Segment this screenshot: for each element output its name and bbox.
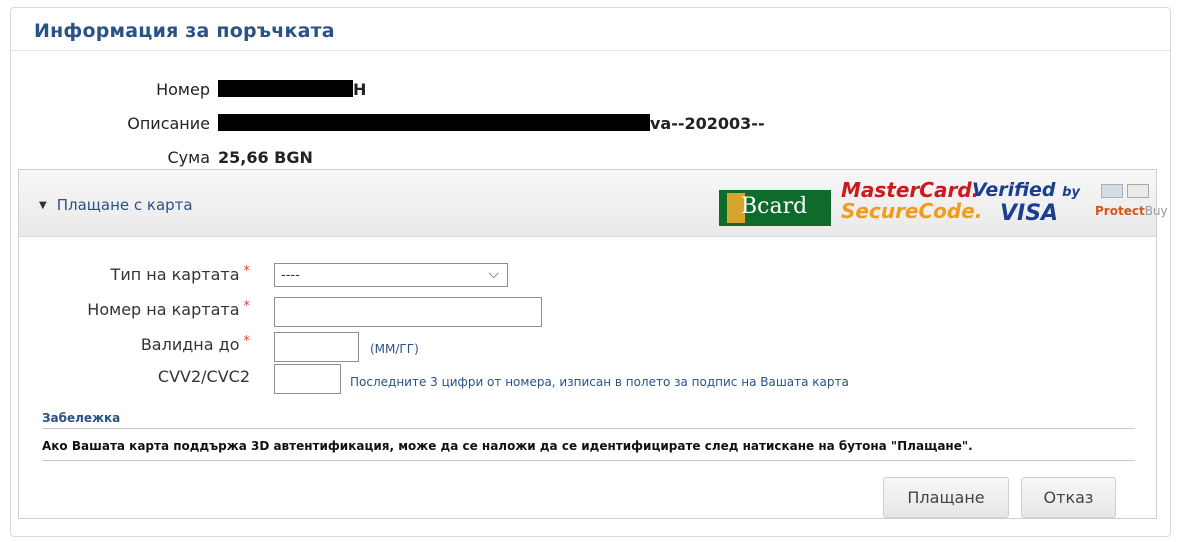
- card-payment-toggle[interactable]: ▼ Плащане с карта: [39, 196, 193, 214]
- note-title: Забележка: [42, 411, 121, 425]
- order-number-label: Номер: [156, 80, 210, 99]
- order-number-suffix: H: [353, 80, 367, 99]
- card-type-select[interactable]: ---- ⌵: [274, 263, 508, 287]
- cvv-hint: Последните 3 цифри от номера, изписан в …: [350, 375, 849, 389]
- order-amount-label: Сума: [167, 148, 210, 167]
- mastercard-logo-text: MasterCard.: [841, 178, 980, 202]
- collapse-triangle-icon: ▼: [39, 200, 47, 211]
- divider: [42, 460, 1135, 461]
- required-asterisk: *: [243, 299, 251, 314]
- required-asterisk: *: [243, 334, 251, 349]
- verified-by-visa-logo: Verified by VISA: [972, 180, 1092, 226]
- card-payment-title: Плащане с карта: [56, 196, 193, 214]
- card-type-label-text: Тип на картата: [110, 265, 240, 284]
- securecode-logo-text: SecureCode.: [841, 199, 983, 223]
- verified-by-text: Verified by: [972, 180, 1092, 203]
- redacted-block: [218, 114, 650, 131]
- by-text: by: [1062, 185, 1080, 200]
- card-payment-header[interactable]: ▼ Плащане с карта Bcard MasterCard. Secur…: [19, 170, 1168, 237]
- card-number-input[interactable]: [274, 297, 542, 327]
- divider: [42, 428, 1135, 429]
- valid-until-hint: (ММ/ГГ): [370, 342, 419, 356]
- card-type-selected-value: ----: [281, 268, 300, 283]
- bcard-logo-text: Bcard: [741, 194, 808, 219]
- verified-text: Verified: [972, 179, 1056, 201]
- required-asterisk: *: [243, 264, 251, 279]
- protectbuy-text: ProtectBuy: [1095, 204, 1168, 218]
- cvv-input[interactable]: [274, 364, 341, 394]
- panel-header: Информация за поръчката: [11, 8, 1170, 51]
- note-text: Ако Вашата карта поддържа 3D автентифика…: [42, 439, 973, 453]
- cvv-label: CVV2/CVC2: [157, 367, 250, 386]
- valid-until-input[interactable]: [274, 332, 359, 362]
- valid-until-label-text: Валидна до: [140, 335, 240, 354]
- redacted-block: [218, 80, 353, 97]
- pay-button[interactable]: Плащане: [883, 477, 1009, 518]
- card-number-label-text: Номер на картата: [87, 300, 240, 319]
- valid-until-label: Валидна до *: [0, 334, 250, 354]
- chevron-down-icon: ⌵: [488, 266, 499, 282]
- visa-text: VISA: [1000, 201, 1059, 226]
- mastercard-securecode-logo: MasterCard. SecureCode.: [841, 178, 983, 223]
- card-number-label: Номер на картата *: [0, 299, 250, 319]
- cancel-button[interactable]: Отказ: [1021, 477, 1116, 518]
- page-title: Информация за поръчката: [34, 20, 335, 42]
- order-number-value: H: [218, 80, 366, 99]
- order-description-suffix: va--202003--: [650, 114, 765, 133]
- bcard-logo: Bcard: [719, 190, 831, 226]
- order-amount-value: 25,66 BGN: [218, 148, 313, 167]
- card-icon: [1101, 184, 1123, 198]
- buy-text: Buy: [1144, 204, 1168, 218]
- protectbuy-logo: ProtectBuy: [1095, 182, 1168, 226]
- card-icon: [1127, 184, 1149, 198]
- order-description-label: Описание: [127, 114, 210, 133]
- order-description-value: va--202003--: [218, 114, 765, 133]
- card-type-label: Тип на картата *: [0, 264, 250, 284]
- protect-text: Protect: [1095, 204, 1145, 218]
